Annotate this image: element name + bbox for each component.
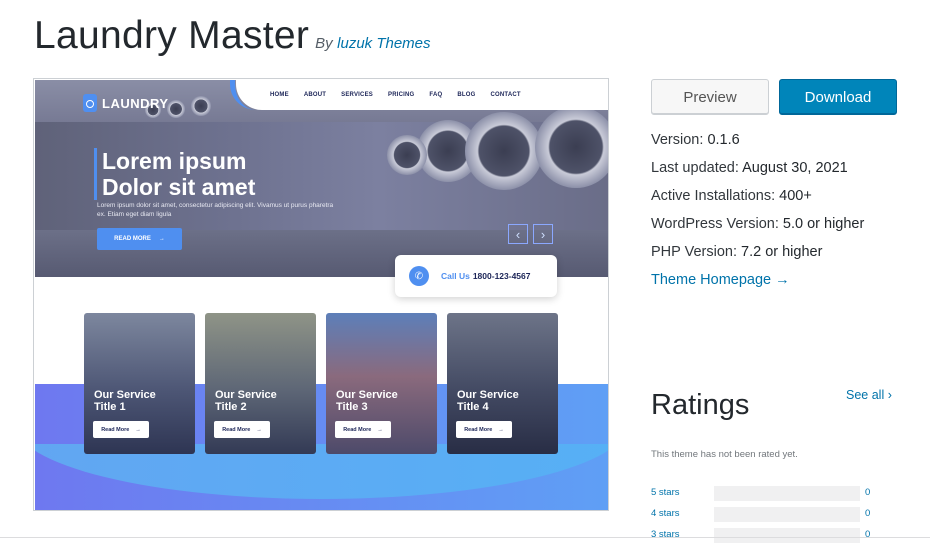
service-title: Our Service Title 1 [94, 389, 156, 413]
hero-read-more-button: READ MORE → [97, 228, 182, 250]
rating-label[interactable]: 3 stars [651, 529, 680, 540]
read-more-text: Read More [222, 426, 251, 433]
service-read-more-button: Read More → [335, 421, 391, 438]
headline-line-1: Lorem ipsum [102, 148, 247, 174]
rating-row-3-stars: 3 stars 0 [651, 528, 881, 543]
hero-subtext: Lorem ipsum dolor sit amet, consectetur … [97, 202, 334, 218]
service-card: Our Service Title 3 Read More → [326, 313, 437, 454]
wp-version-value: 5.0 or higher [782, 216, 865, 232]
meta-version: Version: 0.1.6 [651, 132, 740, 148]
hero-headline: Lorem ipsum Dolor sit amet [94, 148, 255, 200]
meta-php-version: PHP Version: 7.2 or higher [651, 244, 822, 260]
service-title-line1: Our Service [215, 389, 277, 401]
rating-label[interactable]: 4 stars [651, 508, 680, 519]
bottom-divider [0, 537, 930, 538]
meta-last-updated: Last updated: August 30, 2021 [651, 160, 848, 176]
last-updated-value: August 30, 2021 [742, 160, 848, 176]
meta-wp-version: WordPress Version: 5.0 or higher [651, 216, 864, 232]
read-more-text: Read More [464, 426, 493, 433]
service-read-more-button: Read More → [214, 421, 270, 438]
service-title-line2: Title 3 [336, 401, 368, 413]
nav-home: HOME [270, 92, 289, 98]
service-card: Our Service Title 1 Read More → [84, 313, 195, 454]
php-version-label: PHP Version: [651, 244, 737, 260]
theme-name: Laundry Master [34, 14, 310, 57]
washer-image [387, 135, 427, 175]
theme-title: Laundry Master By luzuk Themes [34, 14, 431, 58]
read-more-text: Read More [343, 426, 372, 433]
logo-text: LAUNDRY [102, 95, 169, 111]
arrow-right-icon: → [256, 426, 262, 433]
wp-version-label: WordPress Version: [651, 216, 779, 232]
rating-bar [714, 486, 860, 501]
service-title-line2: Title 2 [215, 401, 247, 413]
washer-image [167, 100, 185, 118]
download-button[interactable]: Download [779, 79, 897, 115]
read-more-text: Read More [101, 426, 130, 433]
slider-arrows: ‹ › [508, 224, 553, 244]
rating-label[interactable]: 5 stars [651, 487, 680, 498]
call-us-card: ✆ Call Us 1800-123-4567 [395, 255, 557, 297]
service-title: Our Service Title 3 [336, 389, 398, 413]
nav-services: SERVICES [341, 92, 373, 98]
chevron-left-icon: ‹ [508, 224, 528, 244]
service-title-line1: Our Service [94, 389, 156, 401]
rating-count: 0 [865, 487, 871, 498]
call-us-number: 1800-123-4567 [472, 271, 531, 281]
phone-icon: ✆ [409, 266, 429, 286]
arrow-right-icon: → [158, 236, 165, 242]
service-title: Our Service Title 4 [457, 389, 519, 413]
theme-screenshot: HOME ABOUT SERVICES PRICING FAQ BLOG CON… [33, 78, 609, 511]
see-all-link[interactable]: See all › [846, 388, 892, 402]
version-label: Version: [651, 132, 704, 148]
by-label: By [315, 35, 333, 52]
service-title-line1: Our Service [336, 389, 398, 401]
site-navbar: HOME ABOUT SERVICES PRICING FAQ BLOG CON… [230, 80, 608, 110]
arrow-right-icon: → [498, 426, 504, 433]
service-title-line2: Title 4 [457, 401, 489, 413]
rating-count: 0 [865, 508, 871, 519]
php-version-value: 7.2 or higher [741, 244, 823, 260]
service-card: Our Service Title 4 Read More → [447, 313, 558, 454]
arrow-right-icon: → [135, 426, 141, 433]
hero-banner: HOME ABOUT SERVICES PRICING FAQ BLOG CON… [35, 80, 608, 277]
arrow-right-icon: → [377, 426, 383, 433]
washer-image [535, 106, 608, 188]
call-us-label: Call Us [441, 271, 470, 281]
preview-button[interactable]: Preview [651, 79, 769, 115]
active-installs-label: Active Installations: [651, 188, 776, 204]
service-card: Our Service Title 2 Read More → [205, 313, 316, 454]
last-updated-label: Last updated: [651, 160, 739, 176]
service-read-more-button: Read More → [93, 421, 149, 438]
chevron-right-icon: › [533, 224, 553, 244]
read-more-label: READ MORE [114, 236, 151, 242]
service-title: Our Service Title 2 [215, 389, 277, 413]
headline-line-2: Dolor sit amet [102, 174, 256, 200]
service-read-more-button: Read More → [456, 421, 512, 438]
nav-faq: FAQ [429, 92, 443, 98]
washer-image [191, 96, 211, 116]
rating-bar [714, 507, 860, 522]
rating-bar [714, 528, 860, 543]
service-title-line2: Title 1 [94, 401, 126, 413]
nav-pricing: PRICING [388, 92, 415, 98]
version-value: 0.1.6 [707, 132, 740, 148]
no-rating-text: This theme has not been rated yet. [651, 449, 798, 460]
rating-count: 0 [865, 529, 871, 540]
nav-blog: BLOG [457, 92, 476, 98]
ratings-heading: Ratings [651, 389, 750, 421]
rating-row-5-stars: 5 stars 0 [651, 486, 881, 501]
site-logo: LAUNDRY [83, 94, 169, 112]
nav-contact: CONTACT [490, 92, 521, 98]
theme-homepage-link[interactable]: Theme Homepage → [651, 272, 790, 288]
active-installs-value: 400+ [779, 188, 812, 204]
laundry-logo-icon [83, 94, 97, 112]
service-title-line1: Our Service [457, 389, 519, 401]
site-nav-menu: HOME ABOUT SERVICES PRICING FAQ BLOG CON… [270, 92, 536, 98]
meta-active-installs: Active Installations: 400+ [651, 188, 812, 204]
washer-image [465, 112, 543, 190]
nav-about: ABOUT [303, 92, 327, 98]
author-link[interactable]: luzuk Themes [337, 35, 430, 52]
rating-row-4-stars: 4 stars 0 [651, 507, 881, 522]
